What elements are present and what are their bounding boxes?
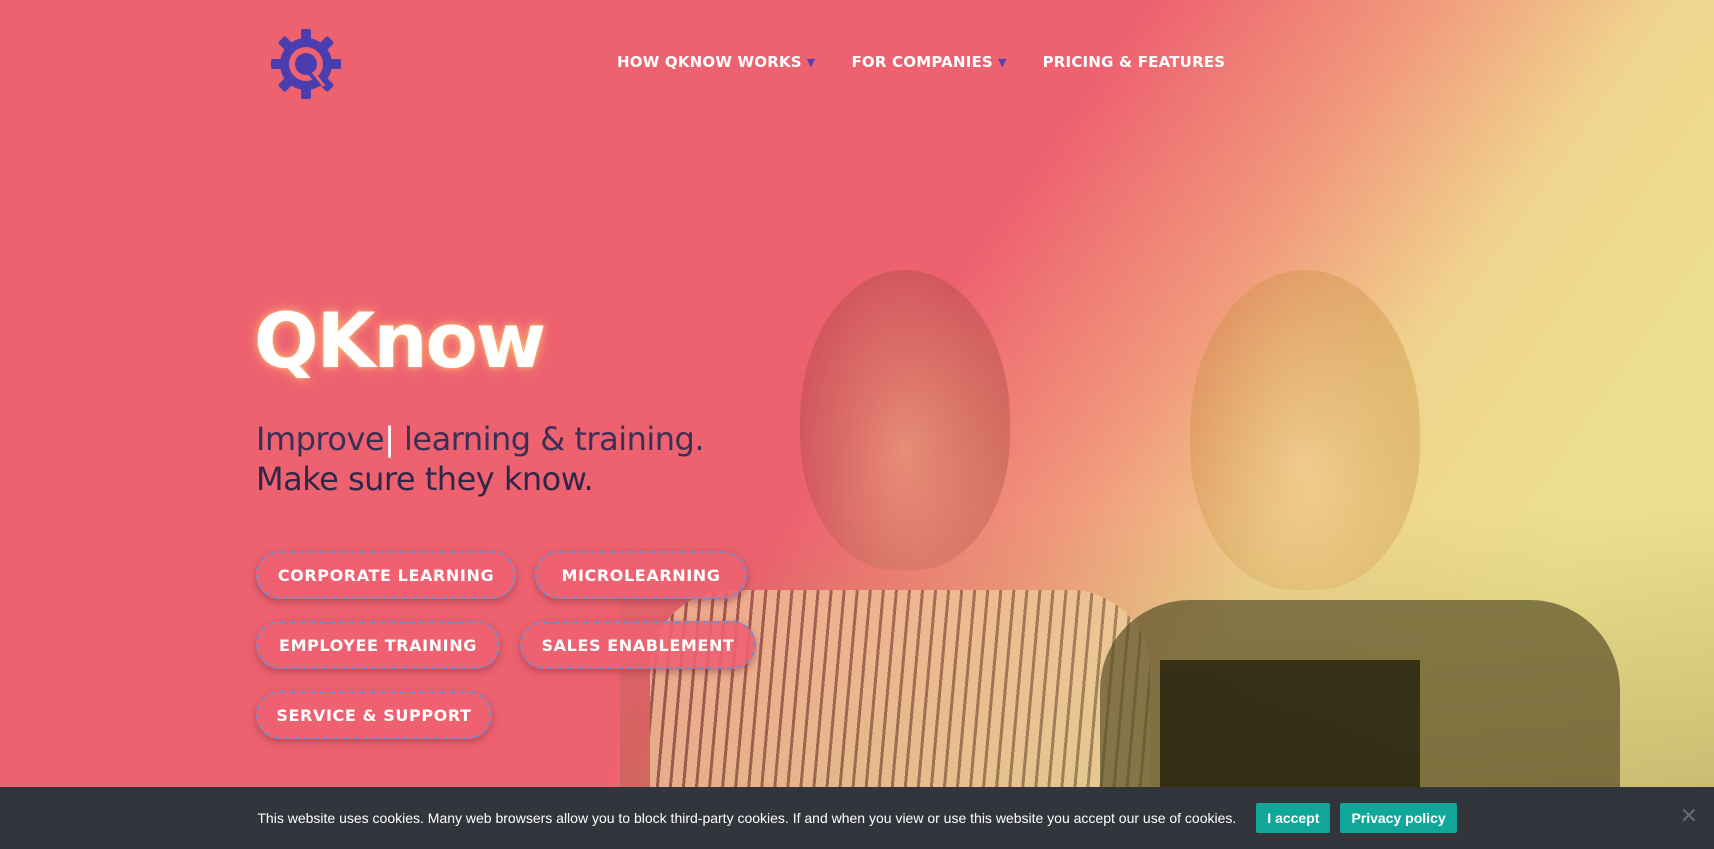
close-icon[interactable]: × <box>1680 805 1698 827</box>
nav-label: FOR COMPANIES <box>851 53 993 71</box>
tagline-rotating-word: Improve <box>256 420 385 458</box>
main-nav: HOW QKNOW WORKS ▼ FOR COMPANIES ▼ PRICIN… <box>617 53 1261 71</box>
privacy-policy-button[interactable]: Privacy policy <box>1340 803 1457 833</box>
nav-pricing-features[interactable]: PRICING & FEATURES <box>1043 53 1226 71</box>
hero-photo-top-right <box>1160 660 1420 800</box>
gear-q-logo-icon[interactable] <box>270 28 342 100</box>
nav-label: HOW QKNOW WORKS <box>617 53 802 71</box>
cookie-message: This website uses cookies. Many web brow… <box>257 810 1237 826</box>
hero-photo-person-right <box>1190 270 1420 590</box>
service-support-button[interactable]: SERVICE & SUPPORT <box>256 691 492 739</box>
hero-photo-person-left <box>800 270 1010 570</box>
nav-label: PRICING & FEATURES <box>1042 53 1226 71</box>
corporate-learning-button[interactable]: CORPORATE LEARNING <box>256 551 516 599</box>
nav-for-companies[interactable]: FOR COMPANIES ▼ <box>851 53 1006 71</box>
typing-cursor: | <box>384 420 395 458</box>
tagline-rest: learning & training. <box>394 420 705 458</box>
page: HOW QKNOW WORKS ▼ FOR COMPANIES ▼ PRICIN… <box>0 0 1714 849</box>
employee-training-button[interactable]: EMPLOYEE TRAINING <box>256 621 500 669</box>
hero-tagline: Improve| learning & training. <box>256 420 705 458</box>
chevron-down-icon: ▼ <box>806 55 816 69</box>
hero-subtagline: Make sure they know. <box>256 460 594 498</box>
cookie-accept-button[interactable]: I accept <box>1256 803 1331 833</box>
cookie-banner: This website uses cookies. Many web brow… <box>0 787 1714 849</box>
microlearning-button[interactable]: MICROLEARNING <box>535 551 747 599</box>
chevron-down-icon: ▼ <box>997 55 1007 69</box>
hero-photo-shirt-left <box>650 590 1150 790</box>
hero-title: QKnow <box>254 296 546 385</box>
nav-how-qknow-works[interactable]: HOW QKNOW WORKS ▼ <box>617 53 815 71</box>
sales-enablement-button[interactable]: SALES ENABLEMENT <box>520 621 756 669</box>
